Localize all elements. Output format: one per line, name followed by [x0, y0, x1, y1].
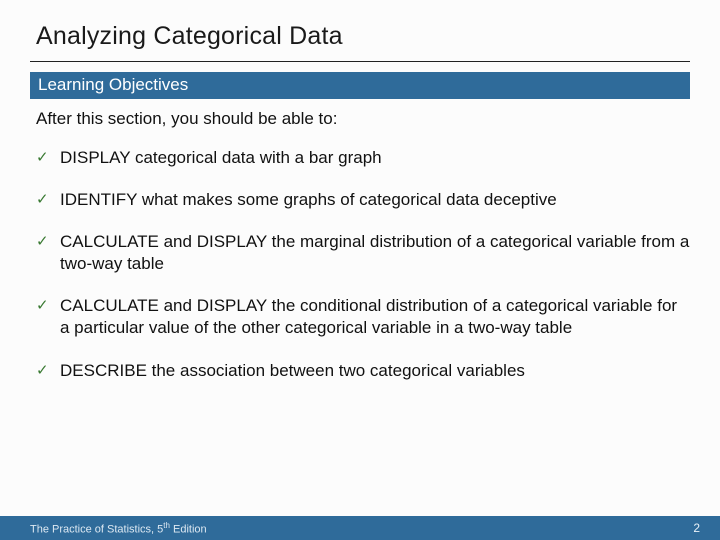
- checkmark-icon: ✓: [36, 189, 60, 210]
- page-title: Analyzing Categorical Data: [36, 22, 690, 51]
- title-divider: [30, 61, 690, 62]
- subtitle-bar: Learning Objectives: [30, 72, 690, 99]
- footer-book-title: The Practice of Statistics, 5th Edition: [30, 521, 207, 536]
- objectives-list: ✓ DISPLAY categorical data with a bar gr…: [36, 147, 690, 402]
- slide-content: Analyzing Categorical Data Learning Obje…: [0, 0, 720, 540]
- checkmark-icon: ✓: [36, 360, 60, 381]
- list-item: ✓ CALCULATE and DISPLAY the marginal dis…: [36, 231, 690, 275]
- footer-ordinal: th: [163, 521, 170, 530]
- objective-text: DESCRIBE the association between two cat…: [60, 360, 690, 382]
- footer-book-prefix: The Practice of Statistics, 5: [30, 523, 163, 535]
- objective-text: DISPLAY categorical data with a bar grap…: [60, 147, 690, 169]
- intro-text: After this section, you should be able t…: [36, 109, 690, 129]
- list-item: ✓ DESCRIBE the association between two c…: [36, 360, 690, 382]
- objective-text: CALCULATE and DISPLAY the conditional di…: [60, 295, 690, 339]
- title-block: Analyzing Categorical Data: [0, 0, 720, 57]
- checkmark-icon: ✓: [36, 295, 60, 316]
- page-number: 2: [693, 521, 700, 535]
- checkmark-icon: ✓: [36, 231, 60, 252]
- list-item: ✓ IDENTIFY what makes some graphs of cat…: [36, 189, 690, 211]
- footer-bar: The Practice of Statistics, 5th Edition …: [0, 516, 720, 540]
- footer-book-suffix: Edition: [170, 523, 207, 535]
- list-item: ✓ CALCULATE and DISPLAY the conditional …: [36, 295, 690, 339]
- list-item: ✓ DISPLAY categorical data with a bar gr…: [36, 147, 690, 169]
- checkmark-icon: ✓: [36, 147, 60, 168]
- objective-text: IDENTIFY what makes some graphs of categ…: [60, 189, 690, 211]
- objective-text: CALCULATE and DISPLAY the marginal distr…: [60, 231, 690, 275]
